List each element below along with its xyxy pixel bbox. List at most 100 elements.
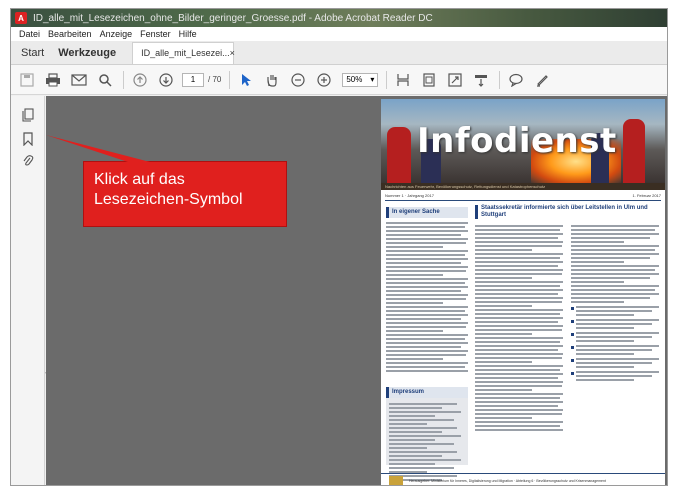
- text-line: [576, 358, 659, 360]
- document-view[interactable]: Infodienst Nachrichten aus Feuerwehr, Be…: [46, 96, 667, 485]
- tab-document[interactable]: ID_alle_mit_Lesezei... ×: [132, 41, 235, 64]
- text-line: [386, 294, 468, 296]
- text-line: [386, 282, 465, 284]
- menu-item-datei[interactable]: Datei: [19, 29, 40, 39]
- text-line: [571, 297, 651, 299]
- text-line: [475, 225, 563, 227]
- banner-figure: [623, 119, 645, 183]
- text-line: [576, 332, 659, 334]
- text-line: [571, 281, 624, 283]
- text-line: [386, 314, 468, 316]
- fit-page-icon[interactable]: [419, 70, 439, 90]
- text-line: [475, 381, 563, 383]
- text-line: [571, 273, 659, 275]
- text-line: [389, 443, 454, 445]
- page-total-label: / 70: [208, 75, 222, 84]
- fit-width-icon[interactable]: [393, 70, 413, 90]
- text-line: [389, 447, 427, 449]
- text-line: [475, 417, 533, 419]
- text-line: [386, 298, 467, 300]
- attachments-icon[interactable]: [21, 154, 35, 168]
- text-line: [389, 419, 454, 421]
- text-line: [475, 297, 563, 299]
- list-item: [571, 371, 659, 381]
- zoom-out-icon[interactable]: [288, 70, 308, 90]
- menu-item-hilfe[interactable]: Hilfe: [179, 29, 197, 39]
- tab-werkzeuge[interactable]: Werkzeuge: [58, 47, 116, 59]
- text-line: [576, 371, 659, 373]
- menu-item-anzeige[interactable]: Anzeige: [100, 29, 133, 39]
- text-line: [389, 451, 458, 453]
- scroll-mode-icon[interactable]: [471, 70, 491, 90]
- close-tab-icon[interactable]: ×: [230, 48, 235, 58]
- text-line: [386, 334, 468, 336]
- text-line: [475, 241, 563, 243]
- text-line: [389, 463, 435, 465]
- text-line: [386, 274, 444, 276]
- article-heading: Staatssekretär informierte sich über Lei…: [475, 205, 661, 219]
- fullscreen-icon[interactable]: [445, 70, 465, 90]
- text-line: [386, 366, 465, 368]
- page-number-input[interactable]: 1: [182, 72, 204, 87]
- text-line: [386, 350, 468, 352]
- text-line: [386, 302, 444, 304]
- sign-pen-icon[interactable]: [532, 70, 552, 90]
- text-line: [389, 403, 458, 405]
- text-line: [475, 405, 558, 407]
- bookmarks-icon[interactable]: [21, 132, 35, 146]
- text-line: [475, 321, 558, 323]
- acrobat-window: A ID_alle_mit_Lesezeichen_ohne_Bilder_ge…: [10, 8, 668, 486]
- hand-tool-icon[interactable]: [262, 70, 282, 90]
- print-icon[interactable]: [43, 70, 63, 90]
- text-line: [475, 337, 563, 339]
- text-line: [386, 342, 468, 344]
- text-line: [386, 306, 468, 308]
- text-line: [475, 369, 561, 371]
- text-line: [576, 336, 653, 338]
- text-line: [475, 293, 558, 295]
- text-line: [475, 273, 563, 275]
- navigation-pane: ◂: [11, 96, 49, 485]
- text-line: [576, 345, 659, 347]
- list-item: [571, 332, 659, 342]
- comment-icon[interactable]: [506, 70, 526, 90]
- text-line: [571, 265, 659, 267]
- text-line: [576, 323, 653, 325]
- text-line: [386, 250, 468, 252]
- zoom-select[interactable]: 50% ▾: [342, 72, 379, 87]
- text-line: [475, 265, 558, 267]
- issue-row: Nummer 1 · Jahrgang 2017 1. Februar 2017: [385, 193, 661, 201]
- text-line: [386, 322, 468, 324]
- text-line: [386, 290, 462, 292]
- search-icon[interactable]: [95, 70, 115, 90]
- text-line: [475, 281, 563, 283]
- email-icon[interactable]: [69, 70, 89, 90]
- text-line: [386, 222, 468, 224]
- text-line: [475, 253, 563, 255]
- text-line: [386, 346, 462, 348]
- page-down-icon[interactable]: [156, 70, 176, 90]
- zoom-in-icon[interactable]: [314, 70, 334, 90]
- tab-start[interactable]: Start: [21, 47, 44, 59]
- tab-document-label: ID_alle_mit_Lesezei...: [141, 48, 230, 58]
- text-line: [475, 245, 563, 247]
- select-cursor-icon[interactable]: [236, 70, 256, 90]
- menu-item-bearbeiten[interactable]: Bearbeiten: [48, 29, 92, 39]
- text-line: [576, 362, 653, 364]
- banner-subtitle-strip: Nachrichten aus Feuerwehr, Bevölkerungss…: [381, 183, 665, 190]
- text-line: [475, 377, 558, 379]
- text-line: [389, 435, 462, 437]
- text-line: [389, 411, 462, 413]
- page-banner-title: Infodienst: [417, 121, 617, 161]
- text-line: [571, 233, 659, 235]
- text-line: [576, 375, 653, 377]
- page-up-icon[interactable]: [130, 70, 150, 90]
- page-thumbnails-icon[interactable]: [21, 108, 35, 122]
- text-line: [475, 313, 561, 315]
- article-column-1: [475, 223, 563, 433]
- save-icon[interactable]: [17, 70, 37, 90]
- menu-item-fenster[interactable]: Fenster: [140, 29, 171, 39]
- text-line: [576, 366, 635, 368]
- text-line: [475, 349, 558, 351]
- text-line: [386, 258, 468, 260]
